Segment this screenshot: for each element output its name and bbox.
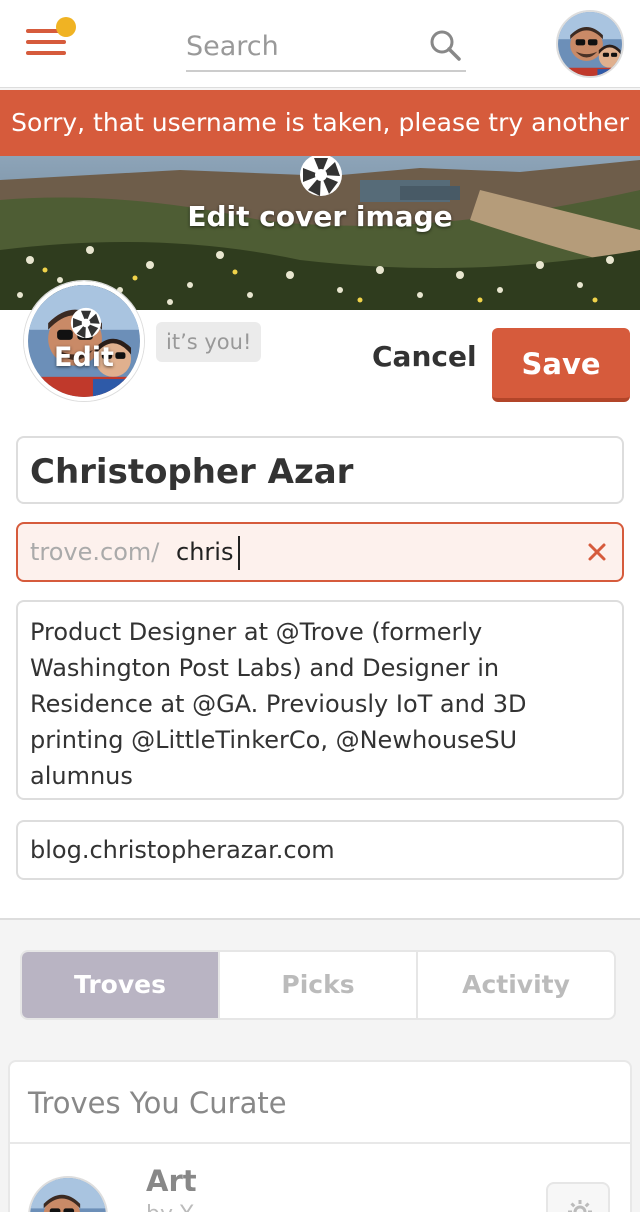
text-caret xyxy=(238,536,240,570)
camera-icon[interactable] xyxy=(296,152,346,198)
bio-value: Product Designer at @Trove (formerly Was… xyxy=(30,618,527,790)
profile-tabs: Troves Picks Activity xyxy=(20,950,616,1020)
search-box xyxy=(186,22,466,72)
trove-avatar[interactable] xyxy=(28,1176,108,1212)
name-field[interactable]: Christopher Azar xyxy=(16,436,624,504)
website-field[interactable]: blog.christopherazar.com xyxy=(16,820,624,880)
avatar-edit-label[interactable]: Edit xyxy=(24,342,144,373)
tab-activity[interactable]: Activity xyxy=(418,952,614,1018)
profile-avatar[interactable] xyxy=(24,281,144,401)
tab-picks[interactable]: Picks xyxy=(220,952,418,1018)
edit-cover-label[interactable]: Edit cover image xyxy=(0,200,640,233)
search-icon[interactable] xyxy=(428,28,462,62)
name-value: Christopher Azar xyxy=(30,452,354,492)
username-field[interactable]: trove.com/ chris xyxy=(16,522,624,582)
avatar-camera-icon[interactable] xyxy=(68,306,104,340)
app-header xyxy=(0,0,640,88)
username-error-banner: Sorry, that username is taken, please tr… xyxy=(0,90,640,156)
url-prefix: trove.com/ xyxy=(30,538,160,566)
cancel-button[interactable]: Cancel xyxy=(372,340,477,373)
tab-troves[interactable]: Troves xyxy=(22,952,220,1018)
clear-icon[interactable] xyxy=(586,541,608,563)
card-divider xyxy=(10,1142,630,1144)
website-value: blog.christopherazar.com xyxy=(30,836,335,864)
bio-field[interactable]: Product Designer at @Trove (formerly Was… xyxy=(16,600,624,800)
search-input[interactable] xyxy=(186,26,421,66)
header-avatar[interactable] xyxy=(556,10,624,78)
gear-icon xyxy=(568,1200,592,1212)
save-button[interactable]: Save xyxy=(492,328,630,402)
troves-card: Troves You Curate Art by Y xyxy=(8,1060,632,1212)
card-title: Troves You Curate xyxy=(28,1086,287,1120)
trove-name[interactable]: Art xyxy=(146,1164,197,1198)
trove-subtitle: by Y xyxy=(146,1202,193,1212)
its-you-badge: it’s you! xyxy=(156,322,262,362)
username-value: chris xyxy=(176,538,234,566)
trove-settings-button[interactable] xyxy=(546,1182,610,1212)
notification-badge xyxy=(56,17,76,37)
